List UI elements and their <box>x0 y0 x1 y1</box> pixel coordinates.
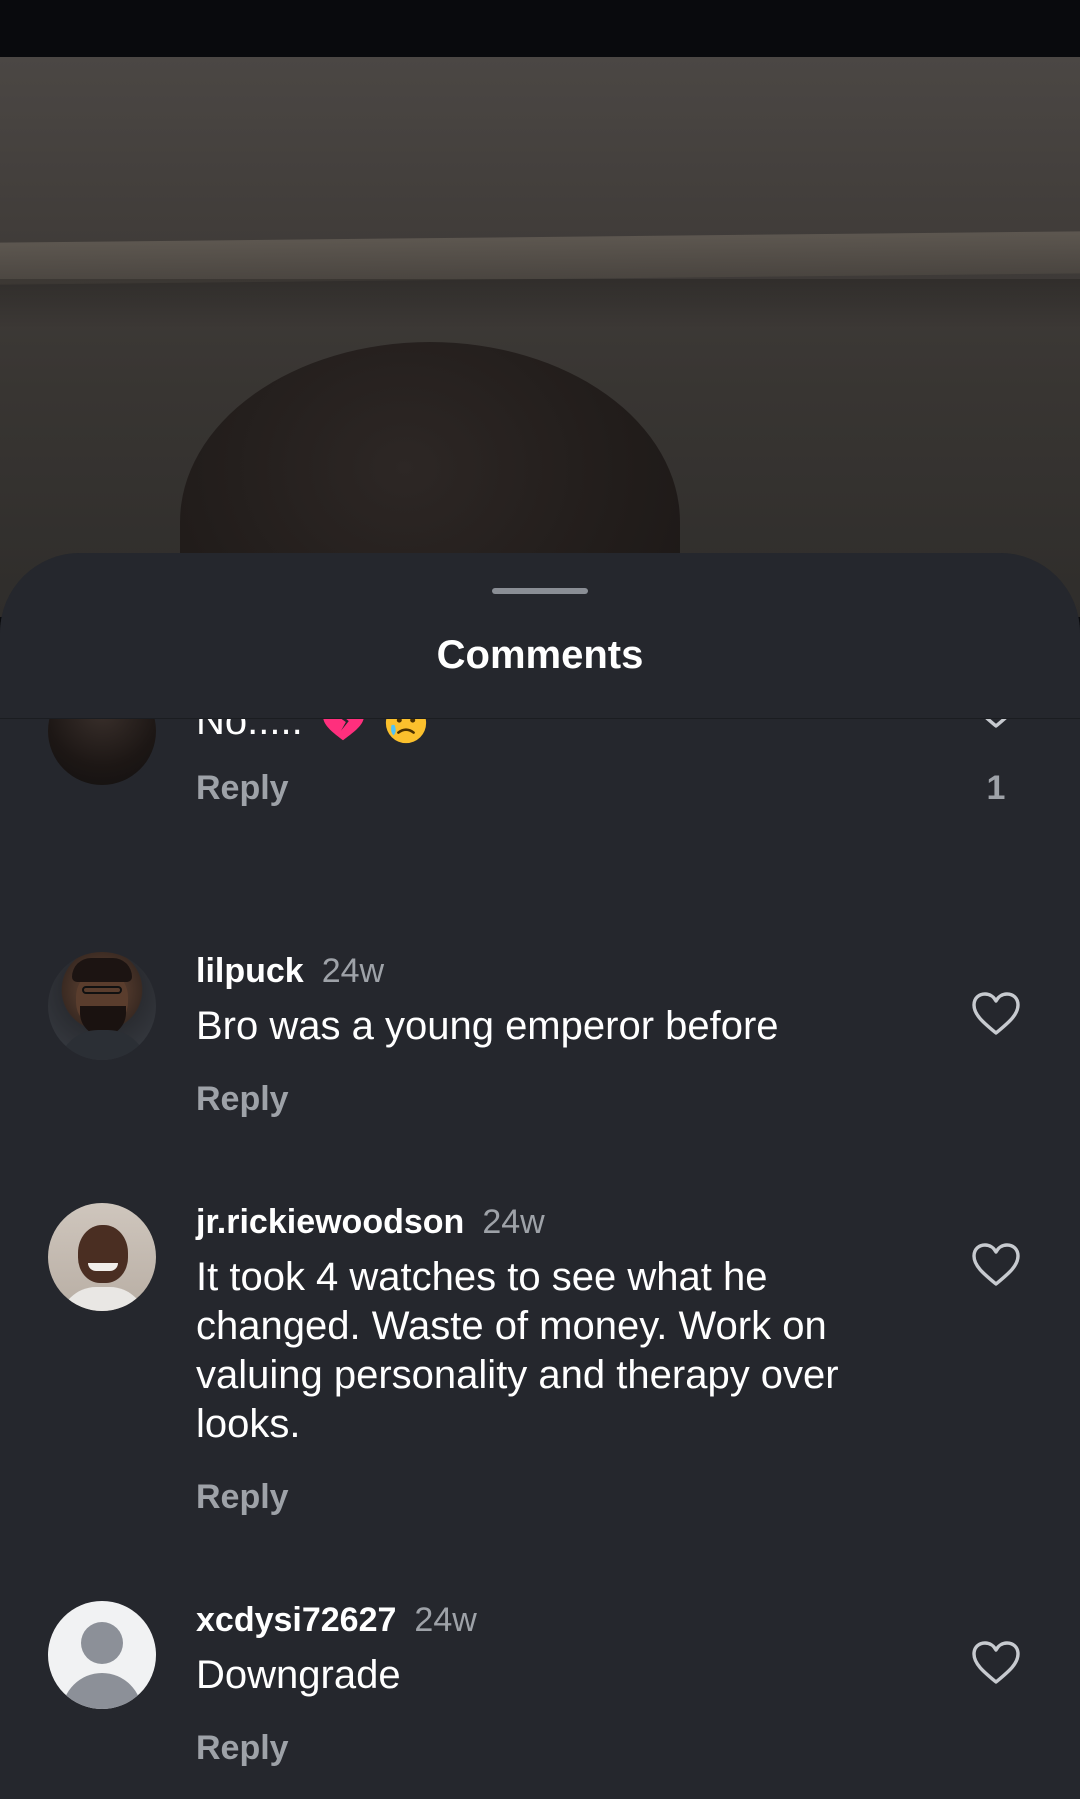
comment-username[interactable]: jr.rickiewoodson <box>196 1203 464 1241</box>
heart-outline-icon <box>972 1641 1020 1684</box>
avatar[interactable] <box>48 952 156 1060</box>
like-button[interactable] <box>970 719 1022 731</box>
comment-header: xcdysi72627 24w <box>196 1601 477 1640</box>
comment-item: lilpuck 24w Bro was a young emperor befor… <box>0 952 1080 1152</box>
like-count: 1 <box>986 769 1006 807</box>
sheet-title: Comments <box>436 633 644 677</box>
reply-button[interactable]: Reply <box>196 1478 289 1517</box>
comment-timestamp: 24w <box>321 952 385 990</box>
video-ceiling-detail <box>0 231 1080 285</box>
like-button[interactable] <box>970 990 1022 1038</box>
reply-button[interactable]: Reply <box>196 769 289 808</box>
comment-timestamp: 24w <box>482 1203 545 1241</box>
crying-face-emoji-icon <box>385 719 427 744</box>
like-button[interactable] <box>970 1241 1022 1289</box>
comment-text: No..... <box>196 719 896 746</box>
drag-handle[interactable] <box>492 588 588 594</box>
video-ceiling-shadow <box>0 279 1080 329</box>
comment-item: xcdysi72627 24w Downgrade Reply <box>0 1601 1080 1791</box>
avatar[interactable] <box>48 719 156 785</box>
comments-list[interactable]: No..... Reply 1 lilpuck 24w Bro was a yo… <box>0 719 1080 1799</box>
comments-sheet: Comments No..... Reply 1 lilpuck 24w Bro… <box>0 553 1080 1799</box>
avatar[interactable] <box>48 1203 156 1311</box>
comment-timestamp: 24w <box>414 1601 477 1639</box>
comment-username[interactable]: xcdysi72627 <box>196 1601 396 1639</box>
heart-outline-icon <box>985 719 1007 728</box>
comment-item: jr.rickiewoodson 24w It took 4 watches to… <box>0 1203 1080 1523</box>
heart-outline-icon <box>972 992 1020 1035</box>
comment-header: jr.rickiewoodson 24w <box>196 1203 545 1242</box>
heart-outline-icon <box>972 1243 1020 1286</box>
like-button[interactable] <box>970 1639 1022 1687</box>
comment-text-content: No..... <box>196 719 303 743</box>
broken-heart-emoji-icon <box>323 719 364 741</box>
comment-text: Downgrade <box>196 1653 401 1697</box>
comment-text: Bro was a young emperor before <box>196 1004 779 1048</box>
comment-text: It took 4 watches to see what he changed… <box>196 1255 839 1446</box>
reply-button[interactable]: Reply <box>196 1080 289 1119</box>
comment-username[interactable]: lilpuck <box>196 952 304 990</box>
video-background[interactable] <box>0 57 1080 617</box>
status-bar <box>0 0 1080 57</box>
reply-button[interactable]: Reply <box>196 1729 289 1768</box>
default-user-avatar[interactable] <box>48 1601 156 1709</box>
comment-header: lilpuck 24w <box>196 952 384 991</box>
comment-item: No..... Reply 1 <box>0 719 1080 839</box>
comments-sheet-header: Comments <box>0 553 1080 719</box>
